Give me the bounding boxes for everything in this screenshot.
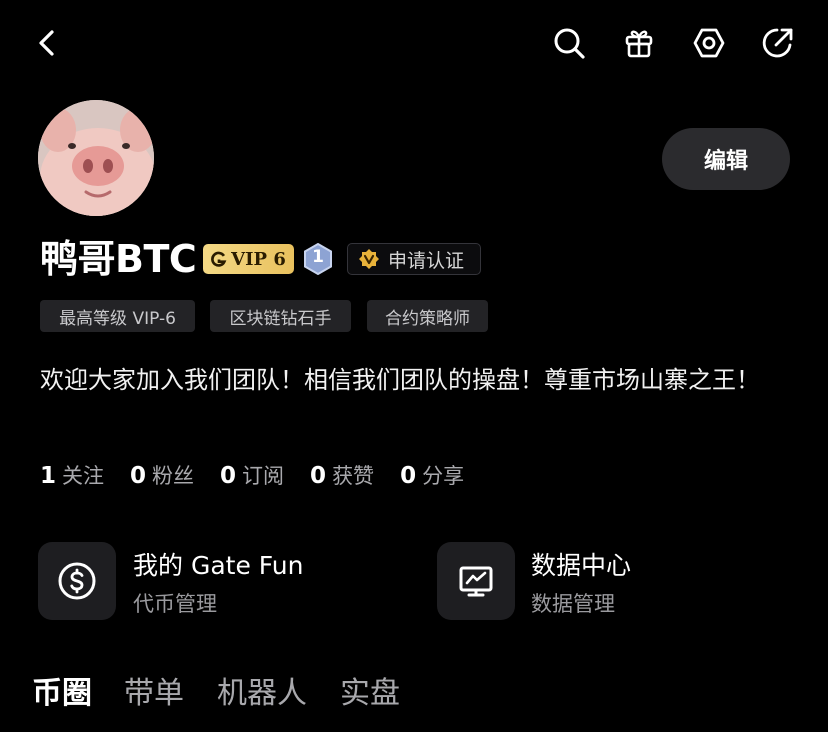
verify-label: 申请认证 xyxy=(388,249,465,272)
stat-label: 订阅 xyxy=(242,464,285,488)
edit-profile-button[interactable]: 编辑 xyxy=(662,128,790,190)
tag-diamond-hands: 区块链钻石手 xyxy=(210,300,351,332)
stat-value: 0 xyxy=(310,463,327,489)
stat-label: 关注 xyxy=(62,464,105,488)
vip-badge[interactable]: VIP 6 xyxy=(203,244,294,274)
card-subtitle: 数据管理 xyxy=(531,592,615,616)
share-icon xyxy=(762,28,793,58)
avatar[interactable] xyxy=(38,100,154,216)
pig-avatar-image xyxy=(38,100,154,216)
stat-subscriptions[interactable]: 0 订阅 xyxy=(220,460,284,490)
monitor-chart-icon xyxy=(459,566,493,597)
level-badge[interactable]: 1 xyxy=(303,242,333,276)
profile-bio: 欢迎大家加入我们团队！相信我们团队的操盘！尊重市场山寨之王！ xyxy=(40,366,760,394)
tag-vip-level: 最高等级 VIP-6 xyxy=(40,300,195,332)
stat-label: 获赞 xyxy=(332,464,375,488)
gift-icon xyxy=(625,30,653,58)
gate-fun-card[interactable]: 我的 Gate Fun 代币管理 xyxy=(38,542,398,622)
back-icon xyxy=(39,30,54,56)
settings-button[interactable] xyxy=(686,20,732,66)
vip-label: VIP 6 xyxy=(231,248,286,270)
card-title: 我的 Gate Fun xyxy=(133,551,304,580)
verified-v-icon xyxy=(359,249,379,269)
back-button[interactable] xyxy=(24,20,70,66)
stat-value: 0 xyxy=(220,463,237,489)
tag-strategist: 合约策略师 xyxy=(367,300,488,332)
stat-label: 分享 xyxy=(422,464,465,488)
search-button[interactable] xyxy=(546,20,592,66)
stat-value: 0 xyxy=(400,463,417,489)
stat-shares[interactable]: 0 分享 xyxy=(400,460,464,490)
card-subtitle: 代币管理 xyxy=(133,592,217,616)
gift-button[interactable] xyxy=(616,20,662,66)
tab-bots[interactable]: 机器人 xyxy=(217,672,307,716)
tab-crypto-circle[interactable]: 币圈 xyxy=(32,672,92,716)
share-button[interactable] xyxy=(755,20,801,66)
data-center-icon-tile xyxy=(437,542,515,620)
stat-followers[interactable]: 0 粉丝 xyxy=(130,460,194,490)
dollar-circle-icon xyxy=(58,562,96,600)
stat-label: 粉丝 xyxy=(152,464,195,488)
stats-row: 1 关注 0 粉丝 0 订阅 0 获赞 0 分享 xyxy=(40,460,490,490)
stat-value: 1 xyxy=(40,463,57,489)
stat-likes[interactable]: 0 获赞 xyxy=(310,460,374,490)
vip-logo-icon xyxy=(211,251,227,267)
tab-copy-trading[interactable]: 带单 xyxy=(124,672,184,716)
gate-fun-icon-tile xyxy=(38,542,116,620)
card-title: 数据中心 xyxy=(531,551,632,580)
username: 鸭哥BTC xyxy=(40,237,197,281)
stat-following[interactable]: 1 关注 xyxy=(40,460,104,490)
verify-button[interactable]: 申请认证 xyxy=(347,243,481,275)
tab-live-trading[interactable]: 实盘 xyxy=(340,672,400,716)
data-center-card[interactable]: 数据中心 数据管理 xyxy=(437,542,797,622)
settings-icon xyxy=(693,28,725,58)
level-number: 1 xyxy=(312,247,324,267)
stat-value: 0 xyxy=(130,463,147,489)
search-icon xyxy=(554,28,585,59)
